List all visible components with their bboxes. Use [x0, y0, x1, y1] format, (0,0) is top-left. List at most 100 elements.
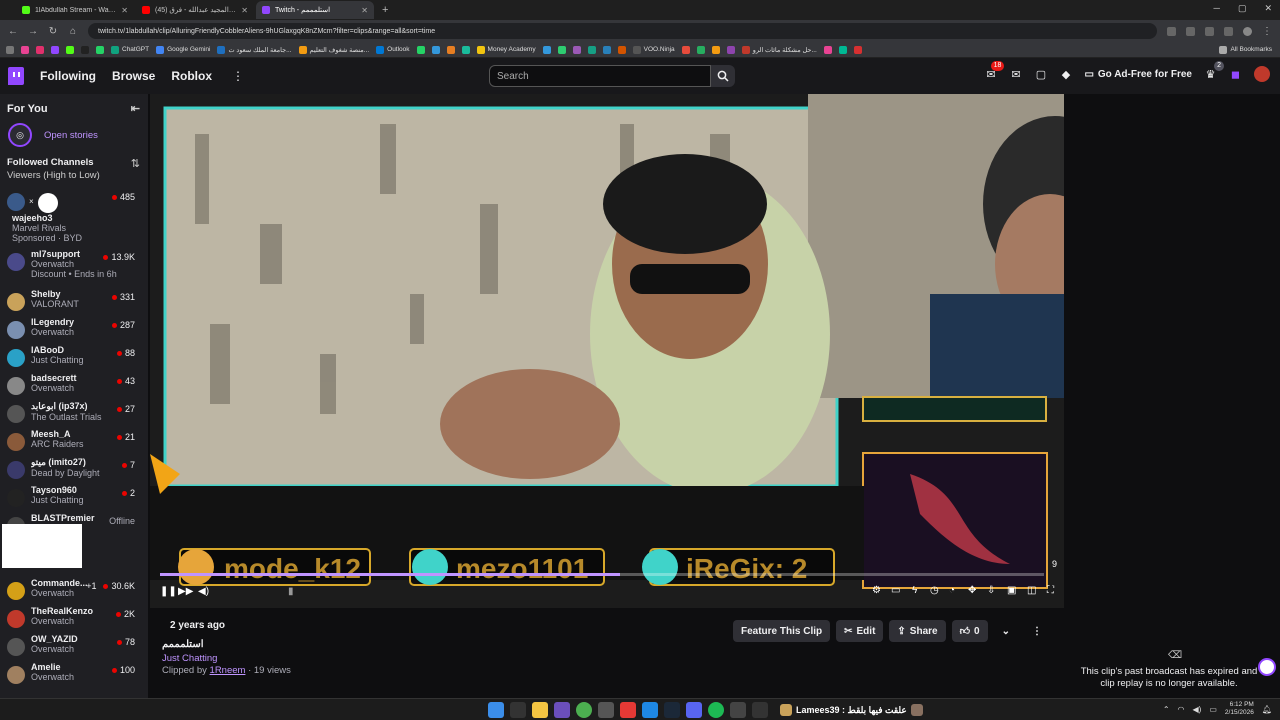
theatre-mode-icon[interactable]: ▭	[891, 585, 900, 596]
split-view-icon[interactable]: ◫	[1027, 585, 1036, 596]
volume-icon[interactable]: ◀)	[198, 586, 209, 597]
bookmark-star-icon[interactable]	[1205, 26, 1214, 36]
sidebar-channel[interactable]: TheRealKenzo Overwatch 2K	[0, 606, 148, 634]
bits-icon[interactable]: ◆	[1059, 68, 1072, 81]
chat-bubble-icon[interactable]	[1258, 658, 1276, 676]
browser-tab-youtube[interactable]: عبدالمجيد عبدالله - فرق (45) ✕	[136, 1, 254, 19]
bookmark-icon[interactable]	[36, 45, 44, 54]
close-icon[interactable]: ✕	[121, 6, 128, 15]
bookmark-icon[interactable]	[96, 45, 104, 54]
video-player[interactable]: mode_k12 mezo1101 iReGix: 2 9 ❚❚ ▶▶ ◀) ▮…	[150, 94, 1064, 608]
chevron-up-icon[interactable]: ⌃	[1163, 705, 1170, 714]
close-window-icon[interactable]: ✕	[1264, 3, 1272, 14]
search-icon[interactable]	[510, 702, 526, 718]
whispers-icon[interactable]: ▢	[1034, 68, 1047, 81]
bookmark-icon[interactable]	[51, 45, 59, 54]
edit-button[interactable]: ✂ Edit	[836, 620, 884, 642]
download-icon[interactable]: ⇩	[987, 585, 995, 596]
app-icon[interactable]	[620, 702, 636, 718]
app-icon[interactable]	[642, 702, 658, 718]
bookmark-icon[interactable]	[853, 45, 862, 54]
bookmark-money-academy[interactable]: Money Academy	[476, 45, 536, 54]
file-explorer-icon[interactable]	[532, 702, 548, 718]
sidebar-channel[interactable]: OW_YAZID Overwatch 78	[0, 634, 148, 662]
speed-icon[interactable]: ◔	[949, 585, 955, 596]
user-avatar[interactable]	[1254, 66, 1270, 82]
reload-icon[interactable]: ↻	[48, 26, 58, 37]
bookmark-ksu[interactable]: جامعة الملك سعود ت...	[217, 45, 292, 54]
like-button[interactable]: 👍︎ 0	[951, 620, 988, 642]
home-icon[interactable]: ⌂	[68, 26, 78, 37]
sponsored-channel[interactable]: × 485	[0, 189, 148, 213]
now-playing[interactable]: Lamees39 : علقت فيها بلقط	[780, 704, 923, 716]
bookmark-icon[interactable]	[81, 45, 89, 54]
start-icon[interactable]	[488, 702, 504, 718]
bookmark-icon[interactable]	[431, 45, 440, 54]
profile-avatar-icon[interactable]	[1243, 26, 1252, 36]
bookmark-icon[interactable]	[726, 45, 735, 54]
maximize-icon[interactable]: ▢	[1238, 3, 1247, 14]
nav-roblox[interactable]: Roblox	[171, 69, 212, 83]
forward-icon[interactable]: →	[28, 26, 38, 37]
spotify-icon[interactable]	[708, 702, 724, 718]
apps-icon[interactable]	[6, 45, 14, 54]
open-stories[interactable]: ◎ Open stories	[0, 115, 148, 147]
seek-bar[interactable]	[160, 573, 1044, 576]
bookmark-chatgpt[interactable]: ChatGPT	[111, 45, 149, 54]
bookmark-icon[interactable]	[416, 45, 425, 54]
sort-icon[interactable]: ⇅	[131, 157, 140, 181]
battery-icon[interactable]: ▭	[1209, 705, 1217, 714]
bookmark-icon[interactable]	[461, 45, 470, 54]
sidebar-channel[interactable]: ml7support Overwatch Discount • Ends in 6h…	[0, 249, 148, 289]
notification-bell-icon[interactable]: 🔔︎	[1262, 705, 1272, 714]
clock[interactable]: 6:12 PM 2/15/2026	[1225, 701, 1254, 717]
bookmark-icon[interactable]	[617, 45, 626, 54]
app-icon[interactable]	[598, 702, 614, 718]
url-field[interactable]: twitch.tv/1labdullah/clip/AlluringFriend…	[88, 23, 1157, 39]
browser-tab-twitch[interactable]: Twitch - استلمممم ✕	[256, 1, 374, 19]
bookmark-icon[interactable]	[602, 45, 611, 54]
search-input[interactable]: Search	[489, 65, 711, 87]
pip-icon[interactable]: ▣	[1007, 585, 1016, 596]
sidebar-channel[interactable]: Amelie Overwatch 100	[0, 662, 148, 690]
chrome-icon[interactable]	[576, 702, 592, 718]
chevron-down-icon[interactable]: ⌄	[994, 620, 1018, 642]
sidebar-channel[interactable]: ابوعابد (ip37x) The Outlast Trials 27	[0, 401, 148, 429]
crop-icon[interactable]: ✥	[968, 585, 976, 596]
sidebar-channel[interactable]: Meesh_A ARC Raiders 21	[0, 429, 148, 457]
bookmark-icon[interactable]	[446, 45, 455, 54]
menu-icon[interactable]: ⋮	[1262, 26, 1272, 37]
browser-tab-kick[interactable]: 1lAbdullah Stream - Watch Liv ✕	[16, 1, 134, 19]
discord-icon[interactable]	[686, 702, 702, 718]
lightning-icon[interactable]: ϟ	[912, 585, 917, 596]
crown-icon[interactable]: ♛ 2	[1204, 60, 1224, 81]
bookmark-icon[interactable]	[838, 45, 847, 54]
sidebar-channel[interactable]: badsecrett Overwatch 43	[0, 373, 148, 401]
app-icon[interactable]	[554, 702, 570, 718]
notifications-icon[interactable]: ✉ 18	[984, 60, 1005, 81]
more-options-icon[interactable]: ⋮	[232, 69, 244, 83]
sidebar-channel[interactable]: ILegendry Overwatch 287	[0, 317, 148, 345]
bookmark-icon[interactable]	[542, 45, 551, 54]
bookmark-icon[interactable]	[823, 45, 832, 54]
bookmark-icon[interactable]	[711, 45, 720, 54]
wifi-icon[interactable]: ◠	[1178, 705, 1185, 714]
fullscreen-icon[interactable]: ⛶	[1047, 585, 1054, 596]
sidebar-channel[interactable]: Commande... Overwatch +1 30.6K	[0, 578, 148, 606]
pause-icon[interactable]: ❚❚	[160, 586, 177, 597]
bookmark-icon[interactable]	[21, 45, 29, 54]
all-bookmarks[interactable]: All Bookmarks	[1219, 45, 1272, 54]
bookmark-icon[interactable]	[572, 45, 581, 54]
clip-icon[interactable]: ◷	[930, 585, 939, 596]
nav-following[interactable]: Following	[40, 69, 96, 83]
bookmark-icon[interactable]	[696, 45, 705, 54]
sidebar-channel[interactable]: Tayson960 Just Chatting 2	[0, 485, 148, 513]
bookmark-outlook[interactable]: Outlook	[376, 45, 410, 54]
bookmark-fix-problem[interactable]: حل مشكلة مائات الرو...	[741, 45, 817, 54]
bookmark-icon[interactable]	[66, 45, 74, 54]
volume-icon[interactable]: ◀)	[1193, 705, 1202, 714]
extensions-icon[interactable]	[1224, 26, 1233, 36]
close-icon[interactable]: ✕	[361, 6, 368, 15]
new-tab-button[interactable]: +	[376, 4, 394, 16]
bookmark-icon[interactable]	[587, 45, 596, 54]
